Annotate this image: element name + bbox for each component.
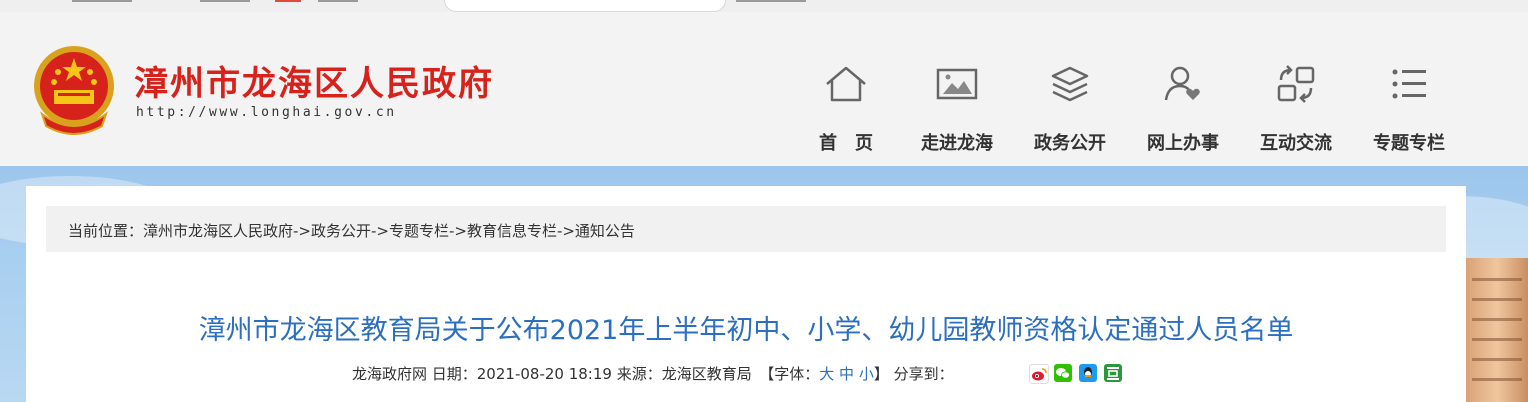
list-icon [1392,69,1426,99]
font-size-large[interactable]: 大 [819,365,834,383]
nav-item-interaction[interactable]: 互动交流 [1246,64,1346,155]
weibo-icon[interactable] [1029,364,1049,384]
nav-item-label: 首 页 [819,133,873,154]
wechat-icon[interactable] [1054,364,1072,382]
exchange-icon [1277,65,1315,103]
home-icon [826,66,866,102]
toolbar-link[interactable] [72,0,132,2]
toolbar-link[interactable] [318,0,358,2]
nav-item-label: 走进龙海 [921,133,993,154]
toolbar-badge [275,0,301,2]
nav-item-gov-affairs[interactable]: 政务公开 [1020,64,1120,155]
font-size-medium[interactable]: 中 [839,365,854,383]
top-search-input[interactable] [444,0,726,12]
layers-icon [1051,66,1089,102]
nav-item-label: 政务公开 [1034,133,1106,154]
main-nav: 首 页 走进龙海 政务公开 网上办事 互动交流 专题专栏 [0,64,1528,164]
nav-item-home[interactable]: 首 页 [796,64,896,155]
breadcrumb-text[interactable]: 当前位置：漳州市龙海区人民政府->政务公开->专题专栏->教育信息专栏->通知公… [68,220,635,241]
site-header: 漳州市龙海区人民政府 http://www.longhai.gov.cn 首 页… [0,12,1528,166]
article-meta: 龙海政府网 日期：2021-08-20 18:19 来源：龙海区教育局 【字体：… [352,363,954,384]
nav-item-label: 专题专栏 [1373,133,1445,154]
article-meta-info: 龙海政府网 日期：2021-08-20 18:19 来源：龙海区教育局 【字体： [352,365,820,383]
douban-icon[interactable] [1104,364,1122,382]
gallery-icon [936,68,978,100]
top-toolbar [0,0,1528,12]
toolbar-link[interactable] [736,0,806,2]
user-heart-icon [1164,66,1200,101]
nav-item-online-service[interactable]: 网上办事 [1133,64,1233,155]
font-size-small[interactable]: 小 [859,365,874,383]
nav-item-label: 互动交流 [1260,133,1332,154]
content-card: 当前位置：漳州市龙海区人民政府->政务公开->专题专栏->教育信息专栏->通知公… [26,186,1466,402]
article-title: 漳州市龙海区教育局关于公布2021年上半年初中、小学、幼儿园教师资格认定通过人员… [198,315,1294,346]
breadcrumb: 当前位置：漳州市龙海区人民政府->政务公开->专题专栏->教育信息专栏->通知公… [46,206,1446,252]
qq-icon[interactable] [1079,364,1097,382]
share-label: 】 分享到： [873,365,954,383]
nav-item-label: 网上办事 [1147,133,1219,154]
toolbar-link[interactable] [200,0,250,2]
nav-item-about[interactable]: 走进龙海 [907,64,1007,155]
nav-item-special-column[interactable]: 专题专栏 [1359,64,1459,155]
